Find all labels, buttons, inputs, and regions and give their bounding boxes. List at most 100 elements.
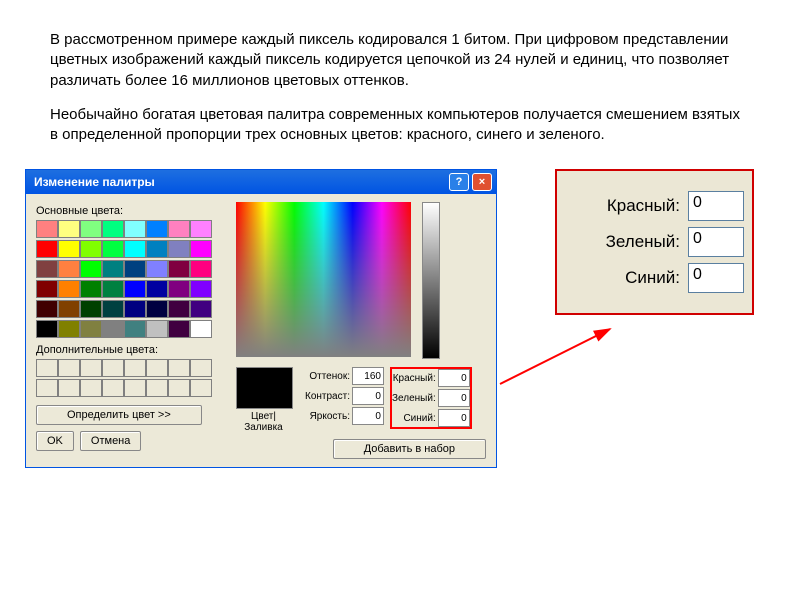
blue-label: Синий: bbox=[403, 413, 435, 424]
zoom-red-field[interactable]: 0 bbox=[688, 191, 744, 221]
color-swatch[interactable] bbox=[36, 280, 58, 298]
color-swatch[interactable] bbox=[168, 240, 190, 258]
color-swatch[interactable] bbox=[168, 260, 190, 278]
hue-label: Оттенок: bbox=[309, 371, 350, 382]
color-swatch[interactable] bbox=[190, 220, 212, 238]
custom-swatch[interactable] bbox=[36, 379, 58, 397]
sat-field[interactable] bbox=[352, 387, 384, 405]
ok-button[interactable]: OK bbox=[36, 431, 74, 451]
custom-swatch[interactable] bbox=[102, 359, 124, 377]
color-swatch[interactable] bbox=[124, 260, 146, 278]
color-swatch[interactable] bbox=[102, 300, 124, 318]
color-swatch[interactable] bbox=[80, 240, 102, 258]
color-gradient[interactable] bbox=[236, 202, 411, 357]
color-swatch[interactable] bbox=[102, 320, 124, 338]
sat-label: Контраст: bbox=[305, 391, 350, 402]
basic-colors-grid bbox=[36, 220, 226, 338]
zoom-green-field[interactable]: 0 bbox=[688, 227, 744, 257]
color-swatch[interactable] bbox=[124, 280, 146, 298]
extra-colors-label: Дополнительные цвета: bbox=[36, 344, 226, 356]
color-swatch[interactable] bbox=[58, 280, 80, 298]
custom-swatch[interactable] bbox=[168, 359, 190, 377]
color-swatch[interactable] bbox=[58, 220, 80, 238]
color-swatch[interactable] bbox=[168, 280, 190, 298]
zoom-blue-label: Синий: bbox=[625, 268, 680, 288]
color-swatch[interactable] bbox=[146, 280, 168, 298]
color-swatch[interactable] bbox=[102, 240, 124, 258]
titlebar[interactable]: Изменение палитры ? × bbox=[26, 170, 496, 194]
color-swatch[interactable] bbox=[36, 320, 58, 338]
color-swatch[interactable] bbox=[102, 220, 124, 238]
custom-swatch[interactable] bbox=[146, 359, 168, 377]
color-swatch[interactable] bbox=[80, 300, 102, 318]
color-swatch[interactable] bbox=[190, 320, 212, 338]
color-swatch[interactable] bbox=[146, 220, 168, 238]
paragraph-2: Необычайно богатая цветовая палитра совр… bbox=[50, 105, 750, 146]
paragraph-1: В рассмотренном примере каждый пиксель к… bbox=[50, 30, 750, 91]
color-swatch[interactable] bbox=[190, 280, 212, 298]
lum-field[interactable] bbox=[352, 407, 384, 425]
cancel-button[interactable]: Отмена bbox=[80, 431, 141, 451]
color-swatch[interactable] bbox=[124, 220, 146, 238]
preview-label: Цвет|Заливка bbox=[236, 411, 291, 433]
color-swatch[interactable] bbox=[102, 260, 124, 278]
color-swatch[interactable] bbox=[124, 300, 146, 318]
color-swatch[interactable] bbox=[146, 300, 168, 318]
extra-colors-grid bbox=[36, 359, 226, 397]
dialog-title: Изменение палитры bbox=[30, 175, 155, 189]
custom-swatch[interactable] bbox=[36, 359, 58, 377]
help-icon[interactable]: ? bbox=[449, 173, 469, 191]
color-swatch[interactable] bbox=[190, 260, 212, 278]
color-swatch[interactable] bbox=[146, 260, 168, 278]
color-preview bbox=[236, 367, 293, 409]
color-swatch[interactable] bbox=[146, 320, 168, 338]
custom-swatch[interactable] bbox=[58, 359, 80, 377]
custom-swatch[interactable] bbox=[58, 379, 80, 397]
color-swatch[interactable] bbox=[80, 320, 102, 338]
custom-swatch[interactable] bbox=[146, 379, 168, 397]
green-label: Зеленый: bbox=[392, 393, 436, 404]
color-swatch[interactable] bbox=[36, 300, 58, 318]
zoom-panel: Красный:0 Зеленый:0 Синий:0 bbox=[555, 169, 754, 315]
basic-colors-label: Основные цвета: bbox=[36, 205, 226, 217]
color-swatch[interactable] bbox=[58, 320, 80, 338]
color-swatch[interactable] bbox=[80, 260, 102, 278]
color-swatch[interactable] bbox=[168, 320, 190, 338]
custom-swatch[interactable] bbox=[124, 359, 146, 377]
color-swatch[interactable] bbox=[168, 300, 190, 318]
custom-swatch[interactable] bbox=[80, 359, 102, 377]
color-swatch[interactable] bbox=[102, 280, 124, 298]
color-swatch[interactable] bbox=[124, 240, 146, 258]
color-swatch[interactable] bbox=[146, 240, 168, 258]
color-swatch[interactable] bbox=[58, 300, 80, 318]
custom-swatch[interactable] bbox=[102, 379, 124, 397]
color-swatch[interactable] bbox=[80, 280, 102, 298]
color-swatch[interactable] bbox=[80, 220, 102, 238]
color-swatch[interactable] bbox=[124, 320, 146, 338]
lum-label: Яркость: bbox=[310, 411, 350, 422]
custom-swatch[interactable] bbox=[190, 359, 212, 377]
zoom-red-label: Красный: bbox=[607, 196, 680, 216]
red-field[interactable] bbox=[438, 369, 470, 387]
color-swatch[interactable] bbox=[168, 220, 190, 238]
green-field[interactable] bbox=[438, 389, 470, 407]
close-icon[interactable]: × bbox=[472, 173, 492, 191]
custom-swatch[interactable] bbox=[80, 379, 102, 397]
color-swatch[interactable] bbox=[36, 240, 58, 258]
luminance-slider[interactable] bbox=[422, 202, 440, 359]
add-to-set-button[interactable]: Добавить в набор bbox=[333, 439, 486, 459]
zoom-blue-field[interactable]: 0 bbox=[688, 263, 744, 293]
blue-field[interactable] bbox=[438, 409, 470, 427]
color-swatch[interactable] bbox=[36, 260, 58, 278]
color-swatch[interactable] bbox=[58, 240, 80, 258]
hue-field[interactable] bbox=[352, 367, 384, 385]
custom-swatch[interactable] bbox=[124, 379, 146, 397]
color-swatch[interactable] bbox=[58, 260, 80, 278]
custom-swatch[interactable] bbox=[168, 379, 190, 397]
define-color-button[interactable]: Определить цвет >> bbox=[36, 405, 202, 425]
color-swatch[interactable] bbox=[190, 300, 212, 318]
color-swatch[interactable] bbox=[190, 240, 212, 258]
custom-swatch[interactable] bbox=[190, 379, 212, 397]
color-swatch[interactable] bbox=[36, 220, 58, 238]
red-label: Красный: bbox=[393, 373, 436, 384]
